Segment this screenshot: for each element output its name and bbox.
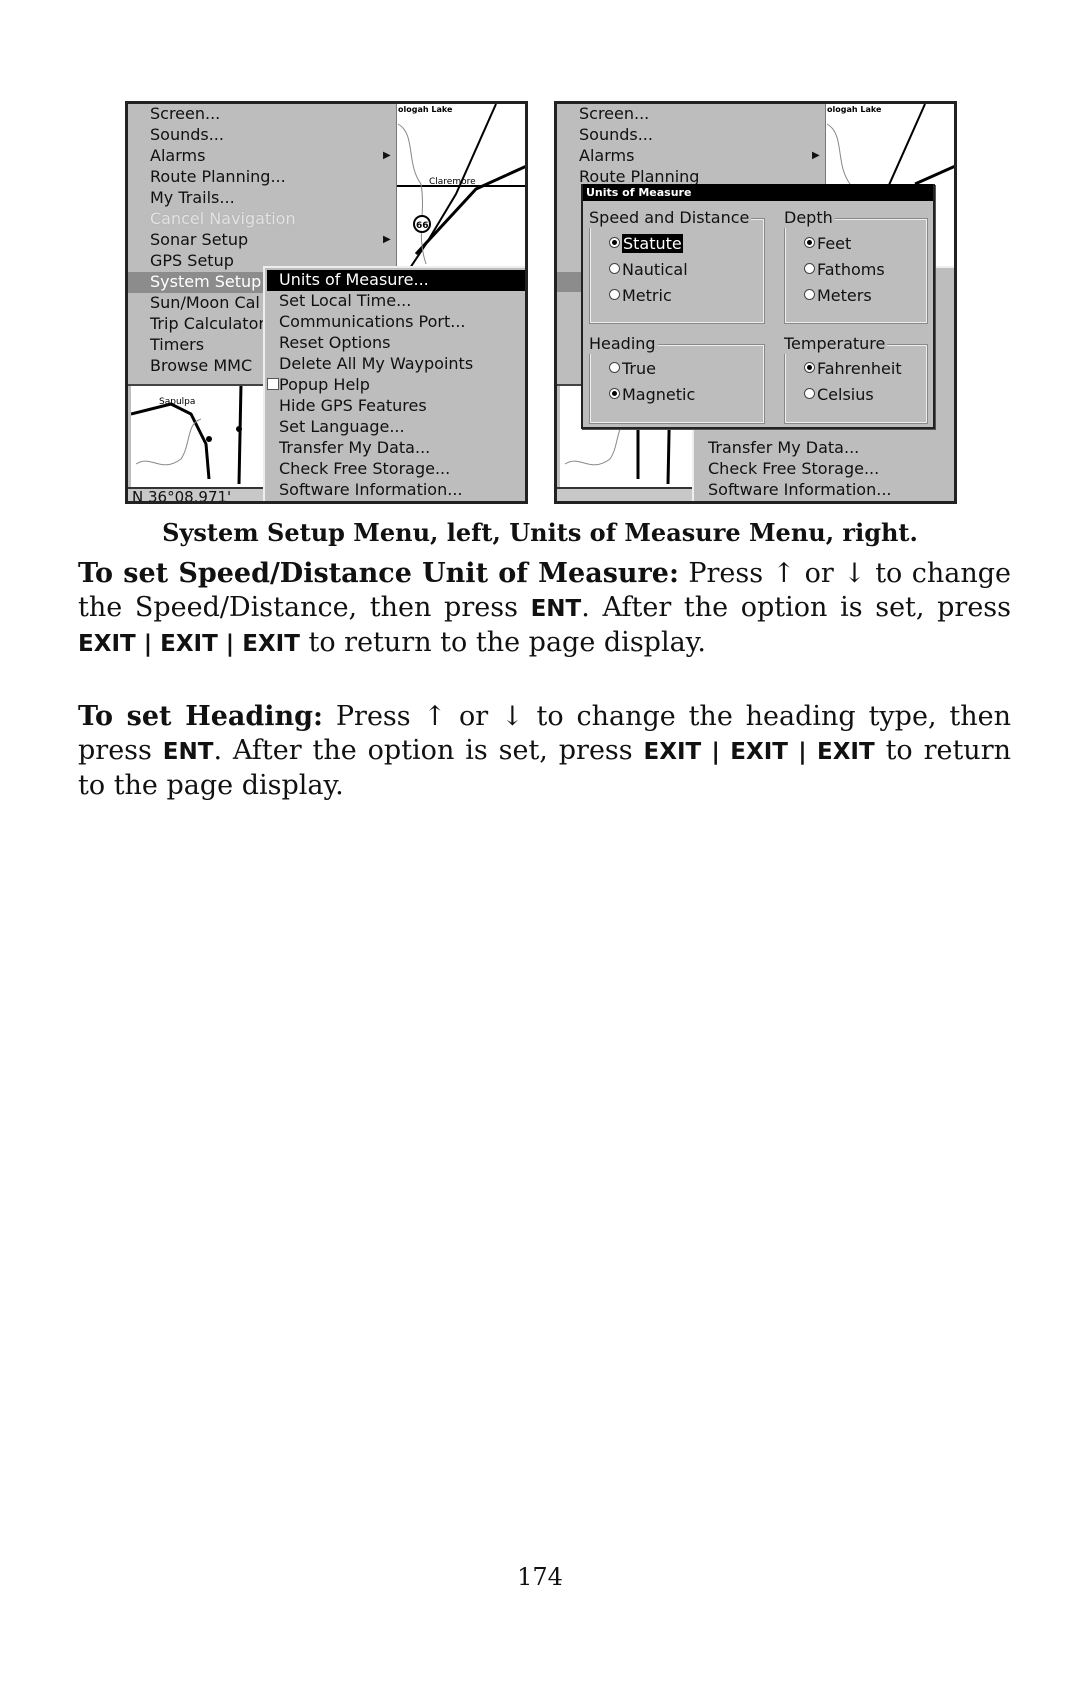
- group-label: Heading: [589, 334, 658, 354]
- radio-icon: [804, 289, 815, 300]
- option-true[interactable]: True: [609, 359, 656, 379]
- map-top-right: ologah Lake Claremore 66: [396, 104, 525, 274]
- option-celsius[interactable]: Celsius: [804, 385, 874, 405]
- submenu-delete-waypoints[interactable]: Delete All My Waypoints: [279, 354, 473, 375]
- option-fathoms[interactable]: Fathoms: [804, 260, 885, 280]
- heading-group: Heading True Magnetic: [589, 334, 765, 424]
- paragraph-heading: To set Heading: Press ↑ or ↓ to change t…: [78, 701, 1011, 801]
- radio-icon: [804, 388, 815, 399]
- units-of-measure-screen: ologah Lake Screen... Sounds... Alarms ▶…: [554, 101, 957, 504]
- key-exit-sequence: EXIT | EXIT | EXIT: [78, 631, 300, 657]
- radio-icon: [609, 362, 620, 373]
- map-label-town: Sapulpa: [159, 397, 195, 407]
- figure-caption: System Setup Menu, left, Units of Measur…: [162, 518, 918, 547]
- group-label: Speed and Distance: [589, 208, 752, 228]
- coordinate-readout: N 36°08.971': [128, 487, 263, 501]
- menu-item-alarms[interactable]: Alarms: [150, 146, 205, 167]
- submenu-arrow-icon: ▶: [383, 150, 391, 161]
- submenu-communications-port[interactable]: Communications Port...: [279, 312, 466, 333]
- page-number: 174: [517, 1563, 563, 1591]
- dialog-title: Units of Measure: [583, 184, 933, 201]
- key-ent: ENT: [162, 739, 214, 765]
- temperature-group: Temperature Fahrenheit Celsius: [784, 334, 928, 424]
- submenu-set-local-time[interactable]: Set Local Time...: [279, 291, 411, 312]
- menu-item-alarms[interactable]: Alarms: [579, 146, 634, 167]
- option-magnetic[interactable]: Magnetic: [609, 385, 695, 405]
- submenu-software-information[interactable]: Software Information...: [279, 480, 463, 501]
- manual-page: ologah Lake Claremore 66 Sapulpa N 36°08…: [0, 0, 1080, 1682]
- system-setup-screen: ologah Lake Claremore 66 Sapulpa N 36°08…: [125, 101, 528, 504]
- submenu-check-free-storage[interactable]: Check Free Storage...: [708, 459, 879, 480]
- submenu-popup-help[interactable]: Popup Help: [279, 375, 370, 396]
- menu-item-sounds[interactable]: Sounds...: [150, 125, 224, 146]
- submenu-hide-gps-features[interactable]: Hide GPS Features: [279, 396, 427, 417]
- paragraph-speed-distance: To set Speed/Distance Unit of Measure: P…: [78, 558, 1012, 658]
- submenu-arrow-icon: ▶: [383, 234, 391, 245]
- units-of-measure-dialog: Units of Measure Speed and Distance Stat…: [581, 184, 935, 429]
- route-shield: 66: [416, 221, 429, 231]
- menu-item-sonar-setup[interactable]: Sonar Setup: [150, 230, 248, 251]
- menu-item-trip-calculator[interactable]: Trip Calculator: [150, 314, 265, 335]
- key-ent: ENT: [530, 596, 582, 622]
- option-statute[interactable]: Statute: [609, 234, 683, 254]
- system-setup-submenu: Units of Measure... Set Local Time... Co…: [263, 266, 525, 501]
- menu-item-route-planning[interactable]: Route Planning...: [150, 167, 286, 188]
- map-bottom-left: Sapulpa: [131, 384, 263, 487]
- submenu-software-information[interactable]: Software Information...: [708, 480, 892, 501]
- menu-item-screen[interactable]: Screen...: [579, 104, 649, 125]
- speed-distance-group: Speed and Distance Statute Nautical Metr…: [589, 208, 765, 324]
- radio-selected-icon: [804, 362, 815, 373]
- menu-item-sounds[interactable]: Sounds...: [579, 125, 653, 146]
- menu-item-timers[interactable]: Timers: [150, 335, 204, 356]
- menu-item-system-setup[interactable]: System Setup: [128, 272, 263, 293]
- menu-item-cancel-navigation: Cancel Navigation: [150, 209, 296, 228]
- submenu-check-free-storage[interactable]: Check Free Storage...: [279, 459, 450, 480]
- menu-item-sun-moon[interactable]: Sun/Moon Cal: [150, 293, 260, 314]
- menu-item-browse-mmc[interactable]: Browse MMC: [150, 356, 252, 377]
- coordinate-readout: [557, 487, 692, 501]
- menu-item-my-trails[interactable]: My Trails...: [150, 188, 235, 209]
- group-label: Depth: [784, 208, 835, 228]
- depth-group: Depth Feet Fathoms Meters: [784, 208, 928, 324]
- radio-selected-icon: [804, 237, 815, 248]
- menu-item-screen[interactable]: Screen...: [150, 104, 220, 125]
- submenu-reset-options[interactable]: Reset Options: [279, 333, 391, 354]
- submenu-units-of-measure[interactable]: Units of Measure...: [267, 270, 525, 291]
- option-feet[interactable]: Feet: [804, 234, 851, 254]
- radio-icon: [609, 263, 620, 274]
- option-fahrenheit[interactable]: Fahrenheit: [804, 359, 902, 379]
- menu-item-gps-setup[interactable]: GPS Setup: [150, 251, 234, 272]
- submenu-set-language[interactable]: Set Language...: [279, 417, 405, 438]
- map-label-town: Claremore: [429, 177, 476, 187]
- submenu-arrow-icon: ▶: [812, 150, 820, 161]
- radio-selected-icon: [609, 388, 620, 399]
- submenu-transfer-data[interactable]: Transfer My Data...: [279, 438, 430, 459]
- option-nautical[interactable]: Nautical: [609, 260, 688, 280]
- map-label-lake: ologah Lake: [398, 105, 453, 114]
- radio-icon: [609, 289, 620, 300]
- submenu-transfer-data[interactable]: Transfer My Data...: [708, 438, 859, 459]
- group-label: Temperature: [784, 334, 888, 354]
- key-exit-sequence: EXIT | EXIT | EXIT: [643, 739, 875, 765]
- option-metric[interactable]: Metric: [609, 286, 672, 306]
- option-meters[interactable]: Meters: [804, 286, 872, 306]
- map-label-lake: ologah Lake: [827, 105, 882, 114]
- radio-selected-icon: [609, 237, 620, 248]
- radio-icon: [804, 263, 815, 274]
- popup-help-checkbox[interactable]: [267, 378, 279, 390]
